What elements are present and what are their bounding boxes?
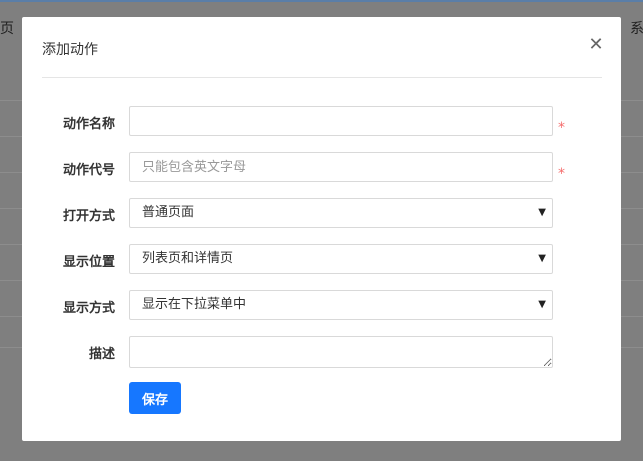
- display-position-label: 显示位置: [62, 255, 115, 270]
- header-divider: [42, 77, 602, 78]
- description-label: 描述: [88, 347, 115, 362]
- action-code-label: 动作代号: [62, 163, 115, 178]
- action-name-input[interactable]: [129, 106, 553, 136]
- description-textarea[interactable]: [129, 336, 553, 368]
- background-text-left: 页: [0, 21, 14, 37]
- close-icon[interactable]: ✕: [588, 35, 604, 55]
- dropdown-arrow-icon: ▼: [538, 299, 546, 310]
- background-top-bar: [0, 0, 643, 2]
- action-code-input[interactable]: [129, 152, 553, 182]
- dialog-title: 添加动作: [42, 42, 98, 58]
- display-mode-selected-value: 显示在下拉菜单中: [142, 297, 247, 312]
- display-mode-select[interactable]: 显示在下拉菜单中 ▼: [129, 290, 553, 320]
- background-text-right: 系: [630, 21, 643, 37]
- open-mode-label: 打开方式: [62, 209, 115, 224]
- dropdown-arrow-icon: ▼: [538, 207, 546, 218]
- display-mode-label: 显示方式: [62, 301, 115, 316]
- save-button[interactable]: 保存: [129, 382, 181, 414]
- open-mode-select[interactable]: 普通页面 ▼: [129, 198, 553, 228]
- action-name-required-mark: *: [558, 120, 565, 136]
- add-action-dialog: 添加动作 ✕ 动作名称 * 动作代号 * 打开方式 普通页面 ▼ 显示位置 列表…: [22, 17, 621, 441]
- action-name-label: 动作名称: [62, 117, 115, 132]
- open-mode-selected-value: 普通页面: [142, 205, 195, 220]
- action-code-required-mark: *: [558, 166, 565, 182]
- display-position-select[interactable]: 列表页和详情页 ▼: [129, 244, 553, 274]
- dropdown-arrow-icon: ▼: [538, 253, 546, 264]
- display-position-selected-value: 列表页和详情页: [142, 251, 234, 266]
